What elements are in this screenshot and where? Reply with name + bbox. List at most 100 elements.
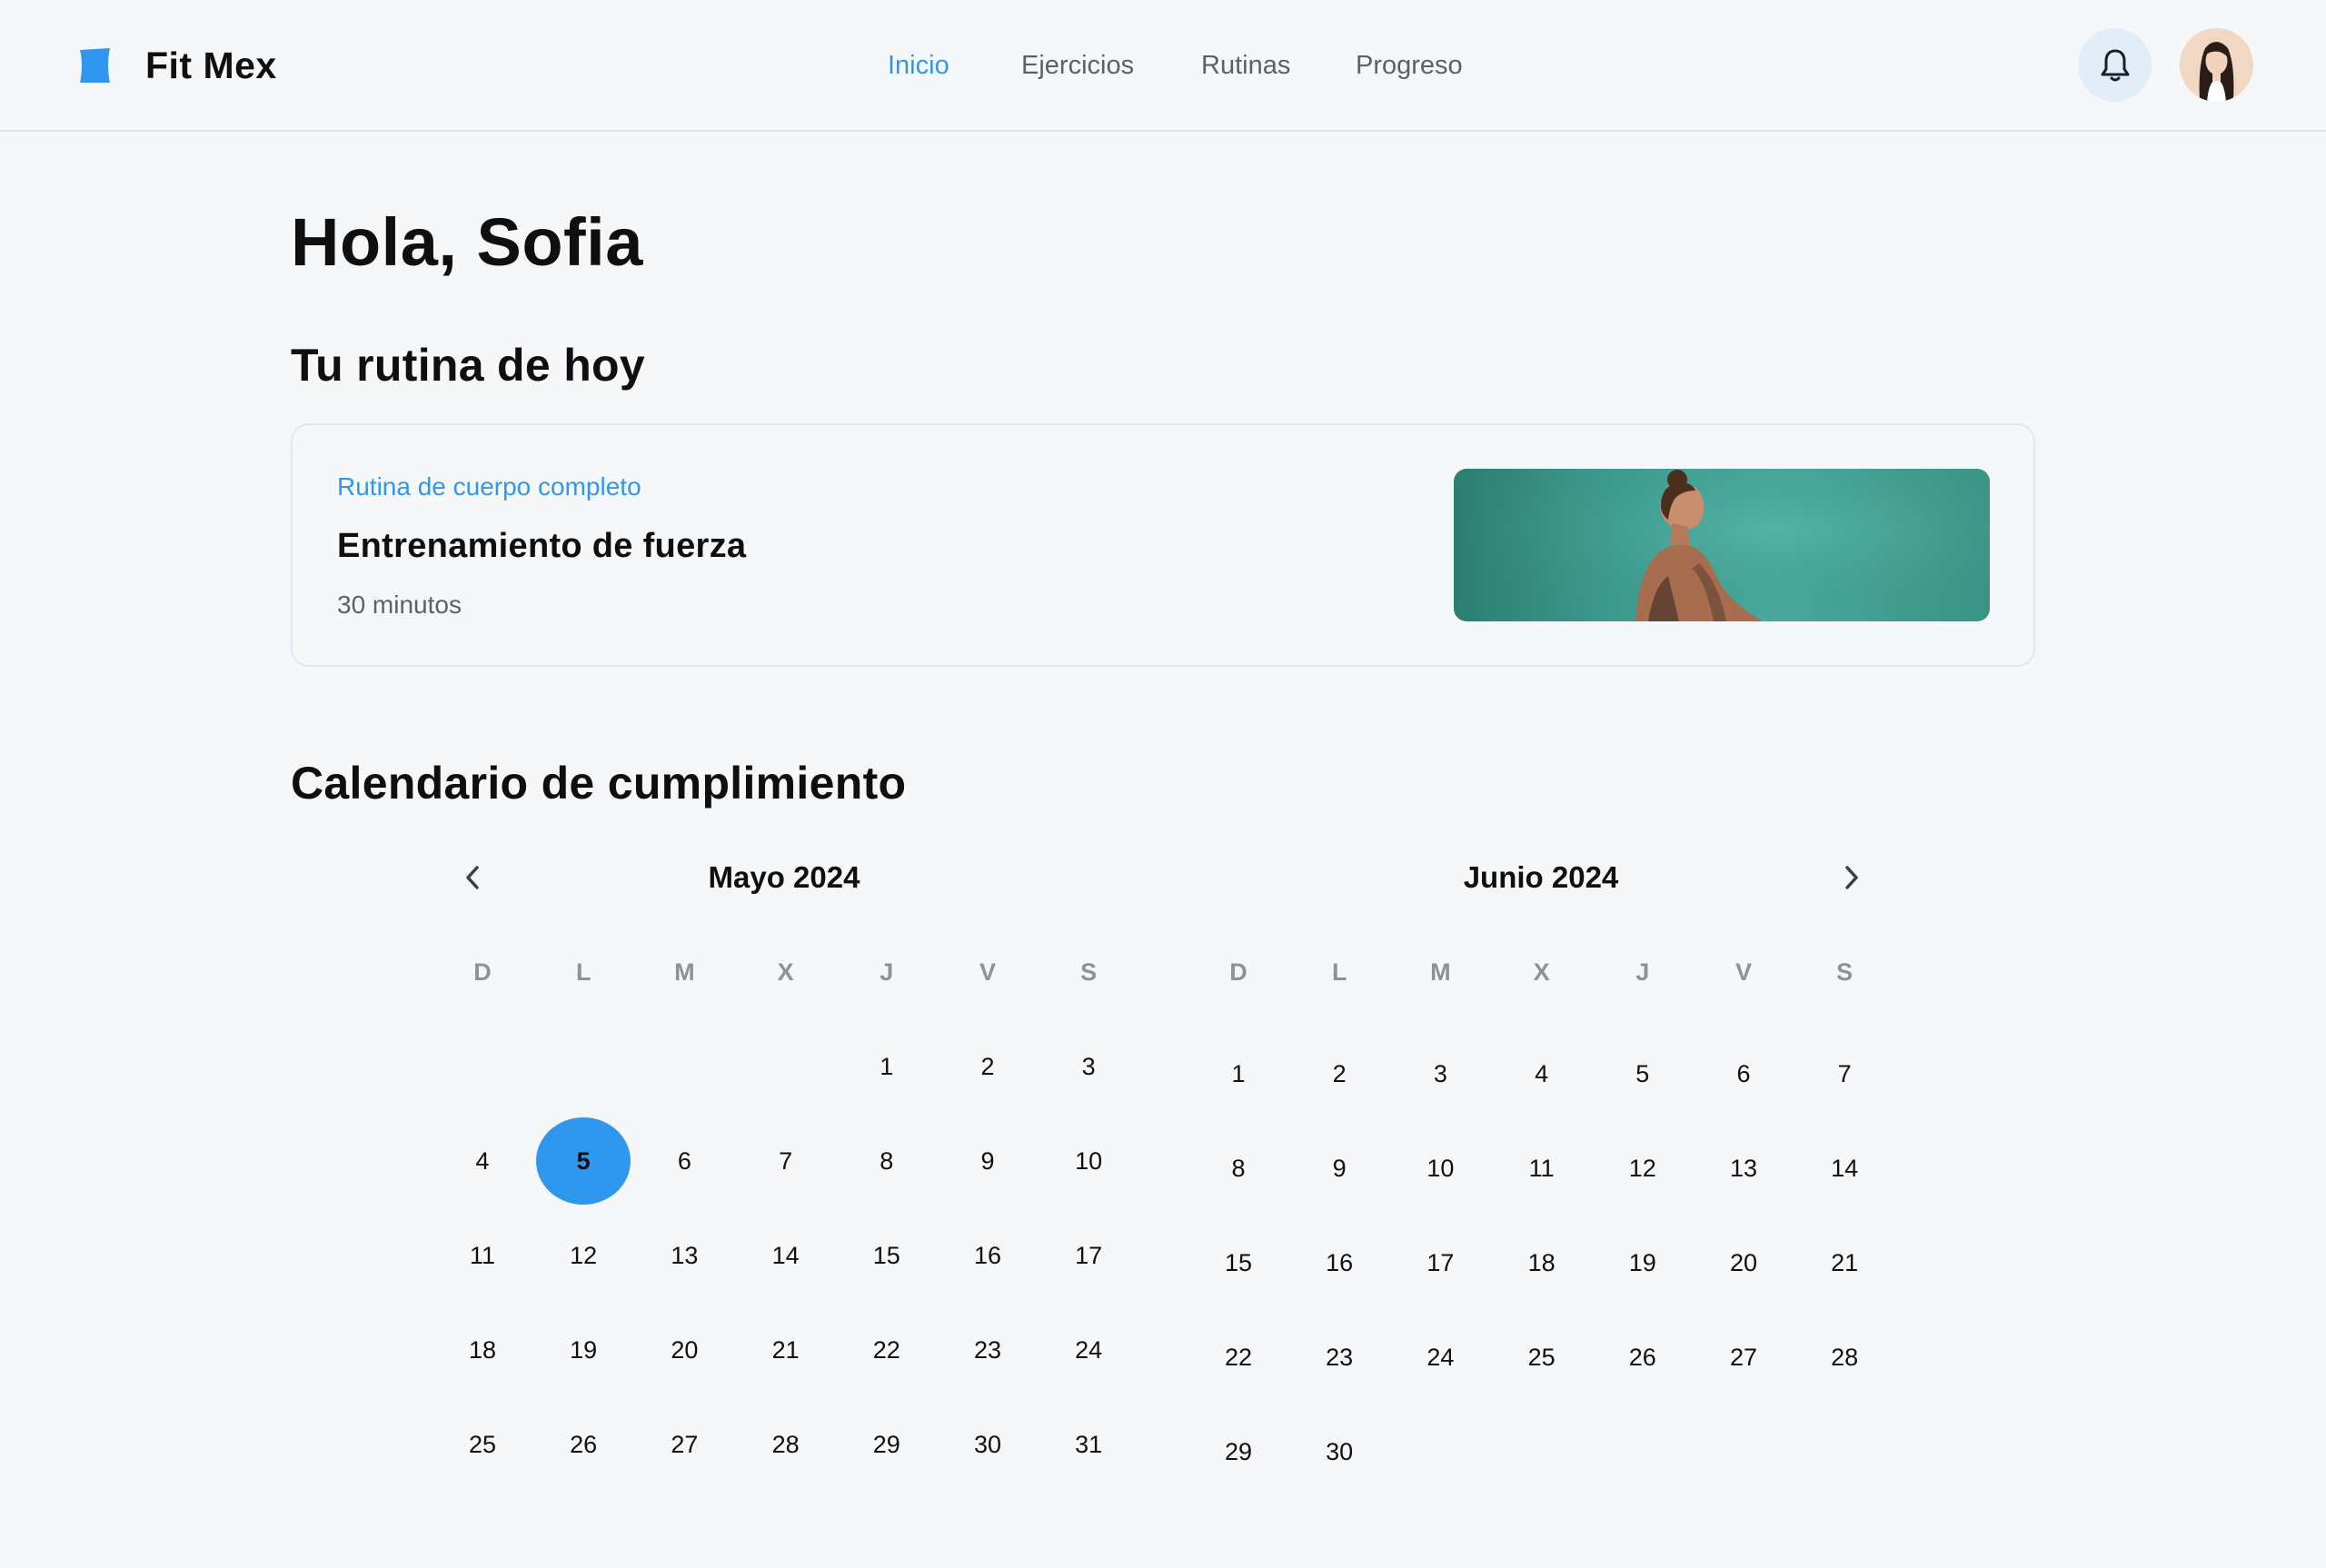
calendar-day[interactable]: 22	[1191, 1314, 1286, 1401]
calendar-day[interactable]: 4	[435, 1117, 530, 1205]
nav-item-ejercicios[interactable]: Ejercicios	[1021, 47, 1134, 84]
calendar-day[interactable]: 26	[536, 1401, 631, 1488]
weekday-header: J	[880, 958, 894, 986]
calendar-day[interactable]: 12	[1595, 1125, 1690, 1212]
calendar-day[interactable]: 23	[940, 1306, 1035, 1394]
calendar-day[interactable]: 17	[1393, 1219, 1487, 1306]
weekday-header: L	[1331, 958, 1347, 986]
weekday-header: D	[1229, 958, 1247, 986]
calendar-day[interactable]: 11	[435, 1212, 530, 1299]
calendar-heading: Calendario de cumplimiento	[291, 758, 907, 809]
calendar-day[interactable]: 18	[435, 1306, 530, 1394]
calendar-day[interactable]: 29	[840, 1401, 934, 1488]
calendar-day[interactable]: 21	[1797, 1219, 1892, 1306]
calendar-day[interactable]: 15	[840, 1212, 934, 1299]
calendar-day[interactable]: 24	[1393, 1314, 1487, 1401]
chevron-left-icon	[466, 866, 479, 889]
calendar-day-selected[interactable]: 5	[536, 1117, 631, 1205]
calendar-day[interactable]: 5	[1595, 1030, 1690, 1117]
routine-duration: 30 minutos	[337, 590, 462, 619]
calendar-day[interactable]: 31	[1041, 1401, 1136, 1488]
calendar-day[interactable]: 19	[1595, 1219, 1690, 1306]
calendar-day[interactable]: 12	[536, 1212, 631, 1299]
month-title-june: Junio 2024	[1463, 860, 1619, 894]
calendar-day[interactable]: 15	[1191, 1219, 1286, 1306]
calendar-day[interactable]: 25	[435, 1401, 530, 1488]
calendar-day[interactable]: 9	[940, 1117, 1035, 1205]
calendar-day[interactable]: 23	[1292, 1314, 1387, 1401]
calendar-day[interactable]: 17	[1041, 1212, 1136, 1299]
calendar-day[interactable]: 28	[1797, 1314, 1892, 1401]
calendar-day[interactable]: 30	[940, 1401, 1035, 1488]
routine-category: Rutina de cuerpo completo	[337, 472, 641, 501]
calendar-day[interactable]: 19	[536, 1306, 631, 1394]
calendar-day[interactable]: 1	[840, 1023, 934, 1110]
calendar-day[interactable]: 29	[1191, 1408, 1286, 1495]
notifications-button[interactable]	[2078, 28, 2152, 102]
weekday-header: S	[1080, 958, 1098, 986]
weekday-header: S	[1836, 958, 1854, 986]
weekday-header: M	[674, 958, 695, 986]
calendar-day[interactable]: 7	[739, 1117, 833, 1205]
user-avatar[interactable]	[2180, 28, 2253, 102]
calendar-prev-button[interactable]	[454, 859, 491, 896]
calendar-day[interactable]: 10	[1041, 1117, 1136, 1205]
weekday-header: X	[777, 958, 794, 986]
calendar-day[interactable]: 18	[1495, 1219, 1589, 1306]
calendar-day[interactable]: 30	[1292, 1408, 1387, 1495]
woman-exercising-image	[1454, 469, 1990, 621]
chevron-right-icon	[1845, 866, 1858, 889]
weekday-header: L	[575, 958, 591, 986]
calendar-day[interactable]: 6	[637, 1117, 731, 1205]
page-greeting: Hola, Sofia	[291, 204, 643, 280]
calendar-day[interactable]: 2	[1292, 1030, 1387, 1117]
calendar-day[interactable]: 16	[1292, 1219, 1387, 1306]
avatar-portrait-icon	[2180, 28, 2253, 102]
calendar-day[interactable]: 25	[1495, 1314, 1589, 1401]
selected-day-highlight: 5	[536, 1117, 631, 1205]
calendar-day[interactable]: 20	[637, 1306, 731, 1394]
calendar-day[interactable]: 3	[1041, 1023, 1136, 1110]
routine-photo	[1454, 469, 1990, 621]
nav-item-inicio[interactable]: Inicio	[888, 47, 949, 84]
calendar-day[interactable]: 1	[1191, 1030, 1286, 1117]
calendar-day[interactable]: 21	[739, 1306, 833, 1394]
calendar-day[interactable]: 13	[1696, 1125, 1791, 1212]
calendar-day[interactable]: 10	[1393, 1125, 1487, 1212]
calendar-day[interactable]: 27	[1696, 1314, 1791, 1401]
calendar-day[interactable]: 16	[940, 1212, 1035, 1299]
weekday-header: M	[1430, 958, 1451, 986]
calendar-day[interactable]: 4	[1495, 1030, 1589, 1117]
calendar-day[interactable]: 26	[1595, 1314, 1690, 1401]
calendar-day[interactable]: 7	[1797, 1030, 1892, 1117]
calendar-day[interactable]: 8	[1191, 1125, 1286, 1212]
nav-item-progreso[interactable]: Progreso	[1356, 47, 1463, 84]
todays-routine-heading: Tu rutina de hoy	[291, 340, 645, 391]
todays-routine-card[interactable]: Rutina de cuerpo completo Entrenamiento …	[291, 423, 2035, 667]
calendar-next-button[interactable]	[1834, 859, 1870, 896]
calendar-day[interactable]: 14	[739, 1212, 833, 1299]
calendar-day[interactable]: 13	[637, 1212, 731, 1299]
calendar-day[interactable]: 24	[1041, 1306, 1136, 1394]
month-title-may: Mayo 2024	[708, 860, 860, 894]
calendar-day[interactable]: 9	[1292, 1125, 1387, 1212]
routine-title: Entrenamiento de fuerza	[337, 527, 747, 565]
nav-item-rutinas[interactable]: Rutinas	[1201, 47, 1290, 84]
calendar-day[interactable]: 6	[1696, 1030, 1791, 1117]
calendar-day[interactable]: 8	[840, 1117, 934, 1205]
top-navigation-bar: Fit Mex Inicio Ejercicios Rutinas Progre…	[0, 0, 2326, 132]
main-nav: Inicio Ejercicios Rutinas Progreso	[0, 47, 2326, 84]
weekday-header: X	[1533, 958, 1550, 986]
calendar-day[interactable]: 20	[1696, 1219, 1791, 1306]
calendar-day[interactable]: 22	[840, 1306, 934, 1394]
calendar-day[interactable]: 11	[1495, 1125, 1589, 1212]
calendar-day[interactable]: 2	[940, 1023, 1035, 1110]
weekday-header: V	[979, 958, 996, 986]
calendar-day[interactable]: 27	[637, 1401, 731, 1488]
calendar-day[interactable]: 28	[739, 1401, 833, 1488]
bell-icon	[2101, 49, 2129, 81]
weekday-header: J	[1635, 958, 1650, 986]
calendar-day[interactable]: 3	[1393, 1030, 1487, 1117]
weekday-header: D	[473, 958, 492, 986]
calendar-day[interactable]: 14	[1797, 1125, 1892, 1212]
